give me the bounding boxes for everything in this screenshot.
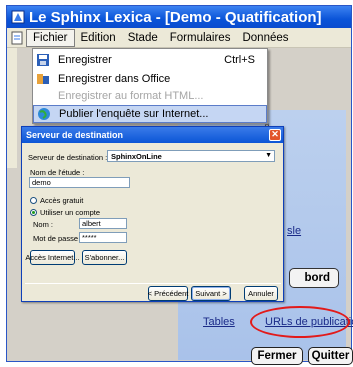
menu-edition[interactable]: Edition xyxy=(75,30,122,46)
quit-button-label: Quitter xyxy=(311,350,350,362)
menu-stade[interactable]: Stade xyxy=(122,30,164,46)
menu-item-save-label: Enregistrer xyxy=(58,54,112,66)
radio-free-access-label: Accès gratuit xyxy=(40,196,84,205)
server-label: Serveur de destination : xyxy=(28,153,108,162)
menu-item-save-html-label: Enregistrer au format HTML... xyxy=(58,90,204,102)
destination-server-dialog: Serveur de destination ✕ Serveur de dest… xyxy=(21,126,284,302)
next-button[interactable]: Suivant > xyxy=(191,286,231,301)
menu-item-save-office-label: Enregistrer dans Office xyxy=(58,73,171,85)
cancel-button[interactable]: Annuler xyxy=(244,286,278,301)
chevron-down-icon: ▼ xyxy=(265,152,272,159)
sphinx-app-icon xyxy=(11,10,25,24)
annotation-ellipse xyxy=(250,306,350,338)
server-select[interactable]: SphinxOnLine ▼ xyxy=(107,150,275,162)
link-partial[interactable]: sle xyxy=(287,225,301,237)
menu-item-save-office[interactable]: Enregistrer dans Office xyxy=(33,70,267,88)
file-menu-dropdown: Enregistrer Ctrl+S Enregistrer dans Offi… xyxy=(32,48,268,124)
menu-item-publish-label: Publier l'enquête sur Internet... xyxy=(59,108,209,120)
internet-access-button[interactable]: Accès Internet... xyxy=(25,250,80,265)
close-button[interactable]: Fermer xyxy=(251,347,303,365)
menu-fichier[interactable]: Fichier xyxy=(26,28,75,47)
toolbar-strip xyxy=(7,48,17,168)
dashboard-button-label: bord xyxy=(304,272,330,284)
office-icon xyxy=(37,74,49,84)
link-tables[interactable]: Tables xyxy=(203,316,235,328)
study-name-input[interactable]: demo xyxy=(29,177,130,188)
app-title: Le Sphinx Lexica - [Demo - Quatification… xyxy=(29,8,322,26)
account-name-input[interactable]: albert xyxy=(79,218,127,229)
blank-icon xyxy=(36,89,50,103)
close-button-label: Fermer xyxy=(257,350,297,362)
menu-donnees[interactable]: Données xyxy=(236,30,294,46)
floppy-disk-icon xyxy=(37,54,49,66)
radio-free-access[interactable] xyxy=(30,197,37,204)
dashboard-button[interactable]: bord xyxy=(289,268,339,288)
previous-button[interactable]: < Précédent xyxy=(148,286,188,301)
dialog-titlebar: Serveur de destination xyxy=(22,127,283,143)
study-name-label: Nom de l'étude : xyxy=(30,168,85,177)
menu-item-publish-internet[interactable]: Publier l'enquête sur Internet... xyxy=(33,105,267,123)
dialog-separator xyxy=(25,283,281,284)
menu-formulaires[interactable]: Formulaires xyxy=(164,30,237,46)
server-select-value: SphinxOnLine xyxy=(111,151,162,161)
radio-use-account[interactable] xyxy=(30,209,37,216)
subscribe-button[interactable]: S'abonner... xyxy=(82,250,127,265)
menu-item-save-html: Enregistrer au format HTML... xyxy=(33,87,267,105)
globe-icon xyxy=(38,108,50,120)
menu-bar: Fichier Edition Stade Formulaires Donnée… xyxy=(7,28,351,48)
menu-item-save-shortcut: Ctrl+S xyxy=(224,54,255,66)
dialog-title: Serveur de destination xyxy=(26,130,124,140)
app-titlebar: Le Sphinx Lexica - [Demo - Quatification… xyxy=(7,6,351,28)
close-icon[interactable]: ✕ xyxy=(269,129,281,141)
account-name-label: Nom : xyxy=(33,220,54,229)
radio-use-account-label: Utiliser un compte xyxy=(40,208,101,217)
password-input[interactable]: ***** xyxy=(79,232,127,243)
document-icon xyxy=(11,31,23,44)
password-label: Mot de passe : xyxy=(33,234,83,243)
menu-item-save[interactable]: Enregistrer Ctrl+S xyxy=(33,51,267,69)
quit-button[interactable]: Quitter xyxy=(308,347,353,365)
